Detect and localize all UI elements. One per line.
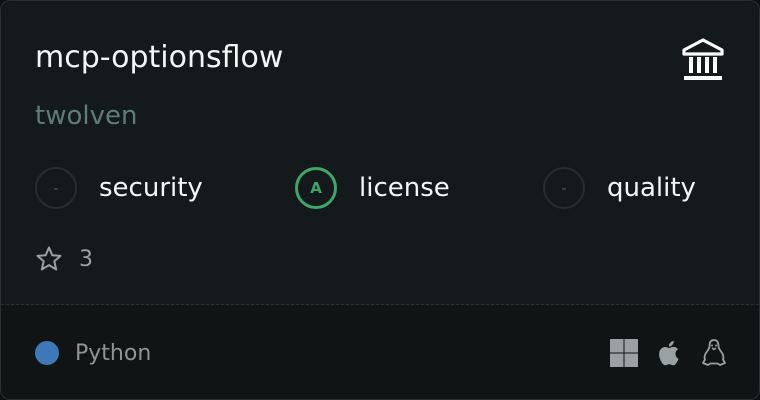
- security-grade-badge: -: [35, 167, 77, 209]
- star-count: 3: [35, 245, 93, 273]
- apple-icon: [659, 341, 679, 366]
- language-name: Python: [75, 340, 152, 366]
- license-label: license: [359, 173, 450, 203]
- language-color-dot: [35, 341, 59, 365]
- quality-grade-badge: -: [543, 167, 585, 209]
- metric-quality: - quality: [543, 164, 696, 212]
- star-icon: [36, 246, 62, 271]
- bank-icon: [682, 38, 724, 80]
- license-grade-badge: A: [295, 167, 337, 209]
- security-label: security: [99, 173, 203, 203]
- metric-security: - security: [35, 164, 203, 212]
- server-card[interactable]: mcp-optionsflow twolven - security A lic…: [0, 0, 760, 400]
- windows-icon: [610, 339, 638, 367]
- star-count-value: 3: [79, 246, 93, 272]
- card-footer: Python: [1, 305, 759, 399]
- repo-title[interactable]: mcp-optionsflow: [35, 38, 283, 78]
- metric-license: A license: [295, 164, 450, 212]
- repo-owner[interactable]: twolven: [35, 99, 137, 133]
- language-indicator: Python: [35, 340, 152, 366]
- linux-icon: [702, 339, 726, 366]
- quality-label: quality: [607, 173, 696, 203]
